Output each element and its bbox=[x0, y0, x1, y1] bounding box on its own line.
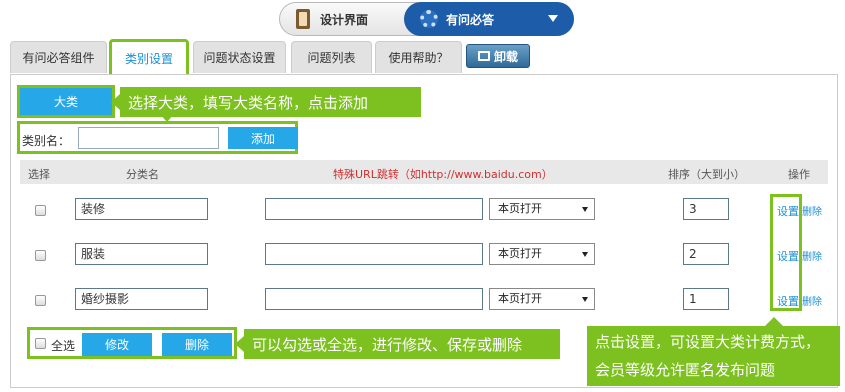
dropdown-arrow-icon bbox=[582, 252, 588, 257]
tab-question-list[interactable]: 问题列表 bbox=[291, 41, 372, 73]
row-url-input[interactable] bbox=[265, 288, 483, 310]
row-order-input[interactable]: 1 bbox=[683, 288, 729, 310]
category-name-row: 类别名： 添加 bbox=[17, 121, 298, 154]
qa-mode-label: 有问必答 bbox=[446, 12, 495, 27]
tab-status-settings[interactable]: 问题状态设置 bbox=[193, 41, 286, 73]
dropdown-arrow-icon bbox=[582, 297, 588, 302]
table-header: 选择 分类名 特殊URL跳转（如http://www.baidu.com） 排序… bbox=[20, 160, 828, 184]
delete-button[interactable]: 删除 bbox=[162, 333, 232, 356]
category-name-input[interactable] bbox=[78, 127, 219, 149]
row-order-input[interactable]: 2 bbox=[683, 243, 729, 265]
select-all-checkbox[interactable] bbox=[35, 338, 46, 349]
design-mode-label: 设计界面 bbox=[320, 12, 369, 27]
tab-category-settings[interactable]: 类别设置 bbox=[109, 39, 189, 77]
row-open-select[interactable]: 本页打开 bbox=[489, 243, 595, 265]
row-open-value: 本页打开 bbox=[498, 292, 542, 305]
add-category-button[interactable]: 添加 bbox=[228, 127, 298, 149]
row-open-value: 本页打开 bbox=[498, 202, 542, 215]
header-name: 分类名 bbox=[126, 168, 159, 181]
row-checkbox[interactable] bbox=[35, 205, 46, 216]
row-name-input[interactable]: 婚纱摄影 bbox=[75, 288, 208, 310]
page-root: 设计界面 有问必答 有问必答组件 类别设置 问题状态设置 问题列表 使用帮助？ … bbox=[0, 0, 845, 392]
header-order: 排序（大到小） bbox=[668, 168, 745, 181]
row-open-select[interactable]: 本页打开 bbox=[489, 198, 595, 220]
row-order-input[interactable]: 3 bbox=[683, 198, 729, 220]
row-checkbox[interactable] bbox=[35, 295, 46, 306]
bulk-actions: 全选 修改 删除 bbox=[27, 327, 237, 359]
modify-button[interactable]: 修改 bbox=[82, 333, 152, 356]
header-ops: 操作 bbox=[788, 168, 810, 181]
unload-label: 卸载 bbox=[493, 49, 518, 64]
category-name-label: 类别名： bbox=[22, 134, 71, 148]
qa-mode-button[interactable]: 有问必答 bbox=[404, 2, 574, 36]
gear-icon bbox=[420, 10, 438, 28]
callout-settings-note: 点击设置，可设置大类计费方式，会员等级允许匿名发布问题 bbox=[587, 317, 840, 386]
row-url-input[interactable] bbox=[265, 243, 483, 265]
row-name-input[interactable]: 装修 bbox=[75, 198, 208, 220]
row-open-value: 本页打开 bbox=[498, 247, 542, 260]
unload-button[interactable]: 卸载 bbox=[466, 44, 530, 68]
header-url: 特殊URL跳转（如http://www.baidu.com） bbox=[333, 168, 553, 181]
tab-help[interactable]: 使用帮助？ bbox=[375, 41, 462, 73]
design-mode-button[interactable]: 设计界面 bbox=[280, 3, 406, 35]
chevron-down-icon[interactable] bbox=[548, 15, 558, 22]
table-row: 装修 本页打开 3 设置 删除 bbox=[20, 198, 828, 242]
row-checkbox[interactable] bbox=[35, 250, 46, 261]
category-toggle-button[interactable]: 大类 bbox=[17, 85, 115, 118]
row-open-select[interactable]: 本页打开 bbox=[489, 288, 595, 310]
row-delete-link[interactable]: 删除 bbox=[802, 248, 822, 263]
row-delete-link[interactable]: 删除 bbox=[802, 293, 822, 308]
table-row: 服装 本页打开 2 设置 删除 bbox=[20, 243, 828, 287]
mode-switcher: 设计界面 有问必答 bbox=[279, 2, 574, 36]
callout-bulk-actions: 可以勾选或全选，进行修改、保存或删除 bbox=[235, 329, 560, 359]
tab-component[interactable]: 有问必答组件 bbox=[10, 41, 107, 73]
row-name-input[interactable]: 服装 bbox=[75, 243, 208, 265]
unload-icon bbox=[477, 51, 490, 61]
row-url-input[interactable] bbox=[265, 198, 483, 220]
design-book-icon bbox=[294, 9, 312, 29]
header-select: 选择 bbox=[28, 168, 50, 181]
select-all-label: 全选 bbox=[51, 339, 76, 353]
settings-highlight bbox=[770, 194, 802, 311]
row-delete-link[interactable]: 删除 bbox=[802, 203, 822, 218]
dropdown-arrow-icon bbox=[582, 207, 588, 212]
